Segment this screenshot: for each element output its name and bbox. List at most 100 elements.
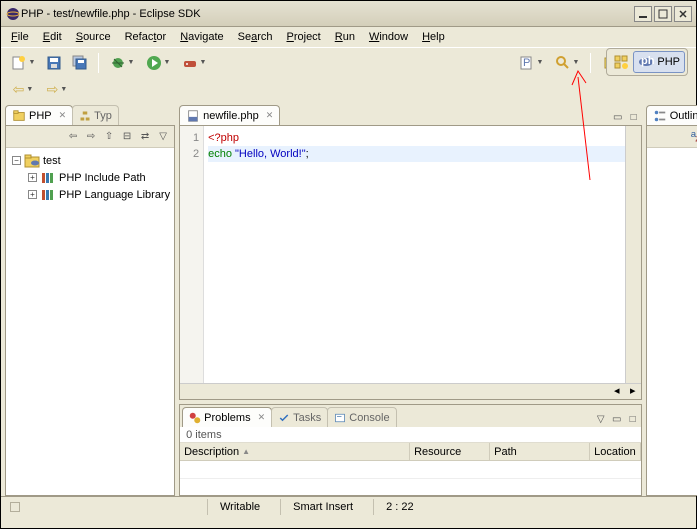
open-perspective-button[interactable] (609, 52, 633, 72)
editor-tab-label: newfile.php (203, 110, 259, 122)
menu-project[interactable]: Project (281, 29, 327, 45)
status-icon (9, 501, 21, 513)
outline-sort-icon[interactable]: az (688, 129, 697, 145)
perspective-switcher: php PHP (606, 48, 688, 76)
close-button[interactable] (674, 6, 692, 22)
svg-text:php: php (641, 55, 654, 67)
menu-navigate[interactable]: Navigate (174, 29, 229, 45)
problems-minimize-icon[interactable]: ▭ (609, 411, 625, 427)
code-editor[interactable]: 1 2 <?php echo "Hello, World!"; (180, 126, 641, 383)
svg-text:P: P (523, 57, 530, 69)
menu-source[interactable]: Source (70, 29, 117, 45)
run-button[interactable]: ▼ (142, 52, 174, 74)
problems-icon (189, 412, 201, 424)
maximize-button[interactable] (654, 6, 672, 22)
outline-icon (653, 109, 667, 123)
php-explorer-toolbar: ⇦ ⇨ ⇧ ⊟ ⇄ ▽ (6, 126, 174, 148)
up-nav-icon[interactable]: ⇧ (101, 129, 117, 145)
tree-include-path[interactable]: + PHP Include Path (10, 169, 170, 186)
tasks-tab[interactable]: Tasks (271, 407, 328, 427)
menu-help[interactable]: Help (416, 29, 451, 45)
horizontal-scrollbar[interactable]: ◂▸ (180, 383, 641, 399)
eclipse-icon (5, 6, 21, 22)
table-row (180, 479, 641, 495)
outline-tab-label: Outline (670, 110, 697, 122)
code-token: "Hello, World!" (235, 148, 306, 160)
php-tab-close[interactable]: ✕ (59, 110, 67, 121)
tree-project[interactable]: − test (10, 152, 170, 169)
code-token: echo (208, 148, 235, 160)
menu-window[interactable]: Window (363, 29, 414, 45)
save-button[interactable] (43, 52, 65, 74)
view-menu-icon[interactable]: ▽ (155, 129, 171, 145)
code-token: <?php (208, 132, 239, 144)
include-path-label: PHP Include Path (59, 172, 146, 184)
php-explorer-tab[interactable]: PHP ✕ (5, 105, 73, 125)
col-location[interactable]: Location (590, 443, 641, 460)
table-row (180, 461, 641, 479)
search-button[interactable]: ▼ (551, 52, 583, 74)
view-menu-icon[interactable]: ▽ (593, 411, 609, 427)
debug-button[interactable]: ▼ (106, 52, 138, 74)
php-perspective-button[interactable]: php PHP (633, 51, 685, 73)
php-icon: php (638, 54, 654, 70)
save-all-button[interactable] (69, 52, 91, 74)
collapse-all-icon[interactable]: ⊟ (119, 129, 135, 145)
menu-search[interactable]: Search (232, 29, 279, 45)
console-tab-label: Console (349, 412, 389, 424)
problems-tab-close[interactable]: ✕ (258, 412, 266, 423)
forward-button[interactable]: ⇨▼ (41, 78, 73, 100)
problems-tab[interactable]: Problems ✕ (182, 407, 272, 427)
new-button[interactable]: ▼ (7, 52, 39, 74)
col-path[interactable]: Path (490, 443, 590, 460)
minimize-button[interactable] (634, 6, 652, 22)
status-bar: Writable Smart Insert 2 : 22 (1, 496, 696, 516)
editor-tab-close[interactable]: ✕ (266, 110, 274, 121)
editor-tab[interactable]: newfile.php ✕ (179, 105, 280, 125)
type-hierarchy-tab[interactable]: Typ (72, 105, 119, 125)
console-tab[interactable]: Console (327, 407, 396, 427)
type-tab-icon (79, 110, 91, 122)
problems-table-header: Description▲ Resource Path Location (180, 443, 641, 461)
line-gutter: 1 2 (180, 126, 204, 383)
back-button[interactable]: ⇦▼ (7, 78, 39, 100)
vertical-scrollbar[interactable] (625, 126, 641, 383)
expander-plus-icon[interactable]: + (28, 190, 37, 199)
back-nav-icon[interactable]: ⇦ (65, 129, 81, 145)
expander-minus-icon[interactable]: − (12, 156, 21, 165)
forward-nav-icon[interactable]: ⇨ (83, 129, 99, 145)
window-title: PHP - test/newfile.php - Eclipse SDK (21, 8, 634, 20)
menu-refactor[interactable]: Refactor (119, 29, 173, 45)
project-folder-icon (24, 154, 40, 168)
expander-plus-icon[interactable]: + (28, 173, 37, 182)
outline-body (647, 148, 697, 495)
status-insert-mode: Smart Insert (280, 499, 365, 515)
tasks-icon (278, 412, 290, 424)
col-resource[interactable]: Resource (410, 443, 490, 460)
line-number: 2 (180, 146, 199, 162)
editor-maximize-icon[interactable]: □ (626, 109, 642, 125)
problems-maximize-icon[interactable]: □ (625, 411, 641, 427)
tree-lang-library[interactable]: + PHP Language Library (10, 186, 170, 203)
console-icon (334, 412, 346, 424)
menu-file[interactable]: File (5, 29, 35, 45)
problems-rows (180, 461, 641, 495)
code-area[interactable]: <?php echo "Hello, World!"; (204, 126, 625, 383)
project-label: test (43, 155, 61, 167)
library-icon (40, 171, 56, 185)
editor-minimize-icon[interactable]: ▭ (610, 109, 626, 125)
outline-tab[interactable]: Outline (646, 105, 697, 125)
lang-library-label: PHP Language Library (59, 189, 170, 201)
problems-tab-label: Problems (204, 412, 250, 424)
link-editor-icon[interactable]: ⇄ (137, 129, 153, 145)
external-tools-button[interactable]: ▼ (178, 52, 210, 74)
menu-edit[interactable]: Edit (37, 29, 68, 45)
php-file-icon (186, 109, 200, 123)
problems-view: Problems ✕ Tasks Console ▽ ▭ □ 0 items (179, 404, 642, 496)
new-php-button[interactable]: P▼ (515, 52, 547, 74)
type-tab-label: Typ (94, 110, 112, 122)
menu-run[interactable]: Run (329, 29, 361, 45)
col-description[interactable]: Description▲ (180, 443, 410, 460)
php-tab-label: PHP (29, 110, 52, 122)
status-writable: Writable (207, 499, 272, 515)
